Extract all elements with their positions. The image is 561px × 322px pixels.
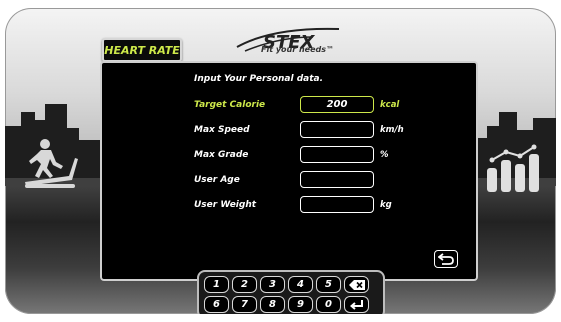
max-grade-field[interactable] (300, 146, 374, 163)
panel-title: Input Your Personal data. (194, 74, 324, 84)
key-1[interactable]: 1 (204, 276, 229, 293)
back-button[interactable] (434, 250, 458, 268)
enter-button[interactable] (344, 296, 369, 313)
treadmill-runner-icon (25, 139, 78, 188)
key-0[interactable]: 0 (316, 296, 341, 313)
key-3[interactable]: 3 (260, 276, 285, 293)
key-5[interactable]: 5 (316, 276, 341, 293)
target-calorie-field[interactable]: 200 (300, 96, 374, 113)
mode-tab-heart-rate[interactable]: HEART RATE (102, 38, 182, 62)
unit-percent: % (380, 150, 389, 160)
enter-icon (349, 299, 363, 310)
key-9[interactable]: 9 (288, 296, 313, 313)
unit-kcal: kcal (380, 100, 400, 110)
console-frame: HEART RATE STEX Fit your needs™ Input Yo… (5, 8, 556, 314)
numeric-keypad: 1 2 3 4 5 6 7 8 9 0 (197, 270, 385, 314)
label-max-grade: Max Grade (194, 150, 249, 160)
unit-kmh: km/h (380, 125, 404, 135)
backspace-icon (348, 279, 365, 290)
delete-button[interactable] (344, 276, 369, 293)
label-target-calorie: Target Calorie (194, 100, 266, 110)
label-max-speed: Max Speed (194, 125, 250, 135)
key-6[interactable]: 6 (204, 296, 229, 313)
label-user-weight: User Weight (194, 200, 257, 210)
bar-chart-icon (487, 144, 539, 192)
max-speed-field[interactable] (300, 121, 374, 138)
key-7[interactable]: 7 (232, 296, 257, 313)
key-4[interactable]: 4 (288, 276, 313, 293)
user-age-field[interactable] (300, 171, 374, 188)
return-arrow-icon (438, 253, 454, 265)
label-user-age: User Age (194, 175, 240, 185)
unit-kg: kg (380, 200, 392, 210)
logo-tagline: Fit your needs™ (261, 45, 334, 54)
key-8[interactable]: 8 (260, 296, 285, 313)
personal-data-panel: Input Your Personal data. Target Calorie… (100, 61, 478, 281)
user-weight-field[interactable] (300, 196, 374, 213)
key-2[interactable]: 2 (232, 276, 257, 293)
stex-logo: STEX (236, 27, 340, 53)
